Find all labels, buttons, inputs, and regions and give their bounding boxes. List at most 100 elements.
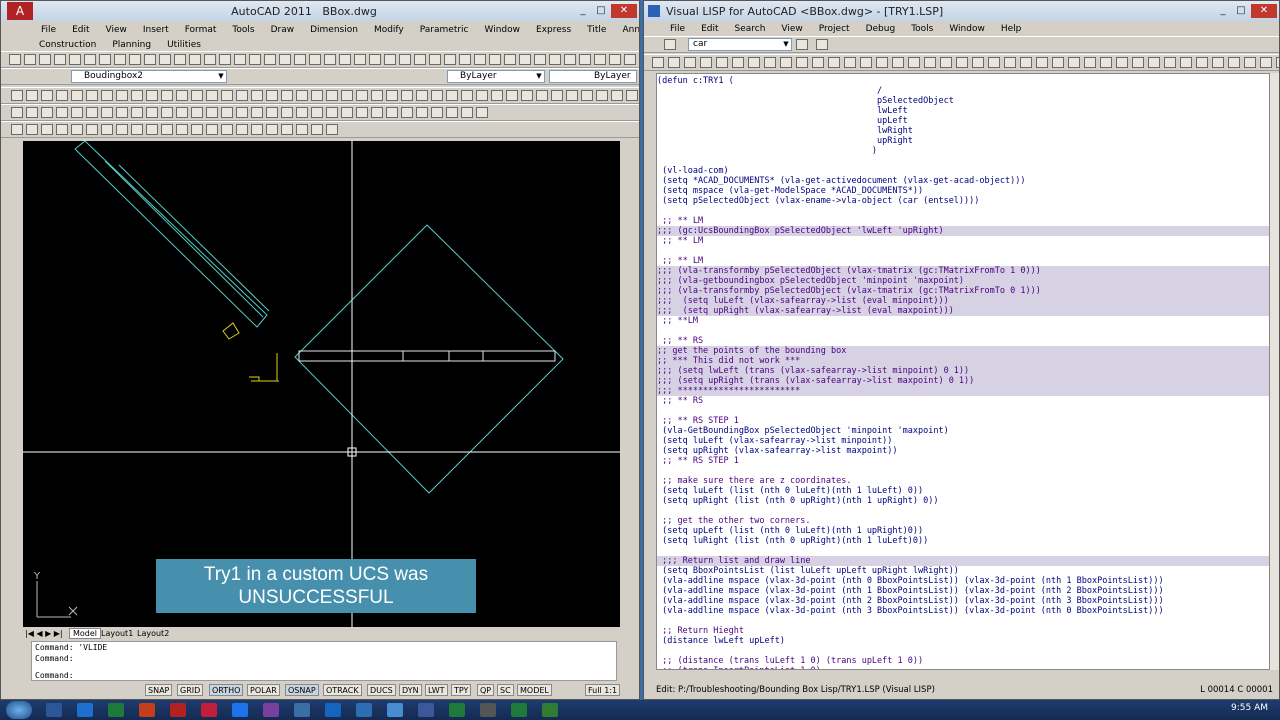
toolbar-tool-icon[interactable] (206, 90, 218, 101)
toolbar-tool-icon[interactable] (401, 107, 413, 118)
menu-window[interactable]: Window (949, 24, 985, 34)
toolbar-tool-icon[interactable] (1052, 57, 1064, 68)
toolbar-tool-icon[interactable] (84, 54, 96, 65)
taskbar-app-icon[interactable] (77, 703, 93, 717)
menu-planning[interactable]: Planning (112, 40, 151, 50)
toolbar-tool-icon[interactable] (116, 107, 128, 118)
toolbar-tool-icon[interactable] (476, 90, 488, 101)
menu-dimension[interactable]: Dimension (310, 25, 358, 35)
menu-modify[interactable]: Modify (374, 25, 404, 35)
toolbar-tool-icon[interactable] (56, 90, 68, 101)
menu-parametric[interactable]: Parametric (420, 25, 469, 35)
toolbar-tool-icon[interactable] (71, 107, 83, 118)
toolbar-tool-icon[interactable] (566, 90, 578, 101)
toolbar-tool-icon[interactable] (1244, 57, 1256, 68)
toolbar-tool-icon[interactable] (249, 54, 261, 65)
menu-tools[interactable]: Tools (911, 24, 933, 34)
right-scrollbar[interactable] (621, 141, 637, 627)
toolbar-tool-icon[interactable] (69, 54, 81, 65)
toolbar-tool-icon[interactable] (371, 90, 383, 101)
toolbar-tool-icon[interactable] (521, 90, 533, 101)
toolbar-tool-icon[interactable] (161, 124, 173, 135)
toolbar-tool-icon[interactable] (219, 54, 231, 65)
toolbar-tool-icon[interactable] (311, 90, 323, 101)
toolbar-tool-icon[interactable] (266, 90, 278, 101)
taskbar-app-icon[interactable] (387, 703, 403, 717)
toolbar-tool-icon[interactable] (41, 124, 53, 135)
toolbar-tool-icon[interactable] (341, 90, 353, 101)
toolbar-tool-icon[interactable] (812, 57, 824, 68)
taskbar-app-icon[interactable] (542, 703, 558, 717)
toolbar-tool-icon[interactable] (236, 107, 248, 118)
status-toggle-polar[interactable]: POLAR (247, 684, 280, 696)
toolbar-tool-icon[interactable] (234, 54, 246, 65)
maximize-icon[interactable]: □ (1233, 4, 1249, 18)
menu-express[interactable]: Express (536, 25, 571, 35)
toolbar-tool-icon[interactable] (461, 90, 473, 101)
toolbar-tool-icon[interactable] (99, 54, 111, 65)
taskbar-app-icon[interactable] (325, 703, 341, 717)
toolbar-tool-icon[interactable] (652, 57, 664, 68)
toolbar-tool-icon[interactable] (101, 124, 113, 135)
toolbar-tool-icon[interactable] (504, 54, 516, 65)
toolbar-tool-icon[interactable] (579, 54, 591, 65)
toolbar-tool-icon[interactable] (446, 90, 458, 101)
toolbar-tool-icon[interactable] (326, 107, 338, 118)
toolbar-tool-icon[interactable] (26, 90, 38, 101)
status-toggle-dyn[interactable]: DYN (399, 684, 422, 696)
toolbar-tool-icon[interactable] (414, 54, 426, 65)
toolbar-tool-icon[interactable] (339, 54, 351, 65)
toolbar-tool-icon[interactable] (204, 54, 216, 65)
toolbar-tool-icon[interactable] (11, 124, 23, 135)
toolbar-tool-icon[interactable] (161, 107, 173, 118)
toolbar-tool-icon[interactable] (146, 107, 158, 118)
toolbar-tool-icon[interactable] (131, 107, 143, 118)
toolbar-tool-icon[interactable] (174, 54, 186, 65)
menu-edit[interactable]: Edit (701, 24, 718, 34)
status-toggle-grid[interactable]: GRID (177, 684, 204, 696)
toolbar-tool-icon[interactable] (311, 107, 323, 118)
toolbar-tool-icon[interactable] (564, 54, 576, 65)
taskbar-app-icon[interactable] (232, 703, 248, 717)
toolbar-tool-icon[interactable] (1196, 57, 1208, 68)
toolbar-tool-icon[interactable] (924, 57, 936, 68)
taskbar-app-icon[interactable] (108, 703, 124, 717)
toolbar-tool-icon[interactable] (324, 54, 336, 65)
status-toggle-ortho[interactable]: ORTHO (209, 684, 244, 696)
toolbar-tool-icon[interactable] (581, 90, 593, 101)
toolbar-tool-icon[interactable] (161, 90, 173, 101)
toolbar-tool-icon[interactable] (461, 107, 473, 118)
status-toggle-tpy[interactable]: TPY (451, 684, 472, 696)
toolbar-tool-icon[interactable] (86, 90, 98, 101)
status-toggle-qp[interactable]: QP (477, 684, 495, 696)
toolbar-tool-icon[interactable] (489, 54, 501, 65)
toolbar-tool-icon[interactable] (626, 90, 638, 101)
toolbar-tool-icon[interactable] (54, 54, 66, 65)
taskbar-app-icon[interactable] (449, 703, 465, 717)
toolbar-tool-icon[interactable] (206, 124, 218, 135)
taskbar-app-icon[interactable] (356, 703, 372, 717)
toolbar-tool-icon[interactable] (764, 57, 776, 68)
toolbar-tool-icon[interactable] (251, 107, 263, 118)
menu-help[interactable]: Help (1001, 24, 1022, 34)
status-toggle-snap[interactable]: SNAP (145, 684, 173, 696)
taskbar-app-icon[interactable] (294, 703, 310, 717)
toolbar-tool-icon[interactable] (386, 90, 398, 101)
toolbar-tool-icon[interactable] (146, 90, 158, 101)
toolbar-tool-icon[interactable] (491, 90, 503, 101)
toolbar-tool-icon[interactable] (294, 54, 306, 65)
command-window[interactable]: Command: 'VLIDE Command: Command: (31, 641, 617, 681)
toolbar-tool-icon[interactable] (624, 54, 636, 65)
toolbar-tool-icon[interactable] (1132, 57, 1144, 68)
toolbar-tool-icon[interactable] (354, 54, 366, 65)
toolbar-tool-icon[interactable] (416, 107, 428, 118)
toolbar-tool-icon[interactable] (251, 124, 263, 135)
toolbar-tool-icon[interactable] (892, 57, 904, 68)
toolbar-tool-icon[interactable] (129, 54, 141, 65)
toolbar-tool-icon[interactable] (221, 124, 233, 135)
toolbar-tool-icon[interactable] (266, 124, 278, 135)
toolbar-tool-icon[interactable] (1276, 57, 1279, 68)
toolbar-tool-icon[interactable] (41, 90, 53, 101)
toolbar-tool-icon[interactable] (431, 107, 443, 118)
toolbar-tool-icon[interactable] (191, 124, 203, 135)
